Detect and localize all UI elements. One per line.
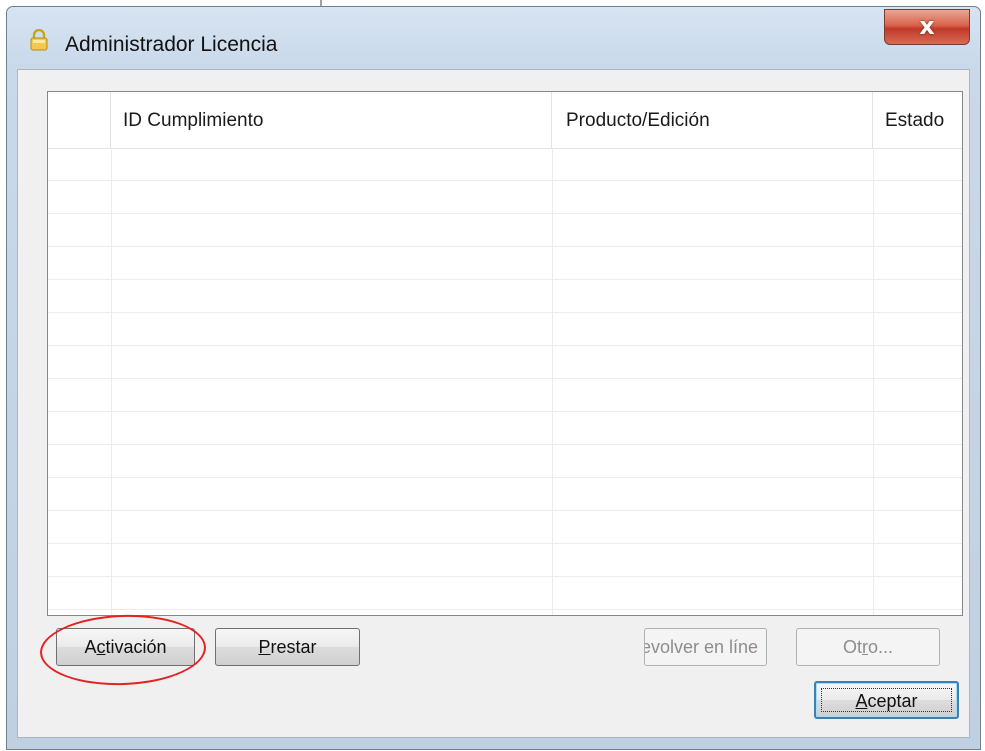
close-button[interactable]: x	[884, 9, 970, 45]
list-row[interactable]	[48, 148, 962, 181]
column-header-blank[interactable]	[48, 92, 111, 148]
column-header-estado[interactable]: Estado	[873, 92, 962, 148]
close-icon: x	[919, 12, 935, 40]
window-title: Administrador Licencia	[65, 33, 278, 56]
client-area: ID Cumplimiento Producto/Edición Estado …	[17, 69, 970, 738]
list-row[interactable]	[48, 379, 962, 412]
list-row[interactable]	[48, 346, 962, 379]
list-row[interactable]	[48, 577, 962, 610]
column-divider	[111, 148, 112, 615]
column-header-producto-edicion[interactable]: Producto/Edición	[552, 92, 873, 148]
list-row[interactable]	[48, 181, 962, 214]
list-row[interactable]	[48, 544, 962, 577]
annotation-circle	[38, 612, 208, 688]
column-header-label: Producto/Edición	[566, 110, 710, 131]
list-row[interactable]	[48, 412, 962, 445]
column-header-id-cumplimiento[interactable]: ID Cumplimiento	[111, 92, 552, 148]
list-rows	[48, 148, 962, 615]
list-row[interactable]	[48, 313, 962, 346]
list-row[interactable]	[48, 478, 962, 511]
list-row[interactable]	[48, 280, 962, 313]
prestar-button[interactable]: Prestar	[215, 628, 360, 666]
list-row[interactable]	[48, 247, 962, 280]
license-manager-dialog: Administrador Licencia x ID Cumplimiento…	[6, 6, 981, 750]
lock-icon	[30, 29, 48, 51]
aceptar-button[interactable]: Aceptar	[814, 681, 959, 719]
license-list[interactable]: ID Cumplimiento Producto/Edición Estado	[47, 91, 963, 616]
column-header-label: Estado	[885, 110, 945, 131]
column-header-label: ID Cumplimiento	[123, 110, 264, 131]
list-header: ID Cumplimiento Producto/Edición Estado	[48, 92, 962, 149]
list-row[interactable]	[48, 445, 962, 478]
column-divider	[873, 148, 874, 615]
list-row[interactable]	[48, 214, 962, 247]
list-row[interactable]	[48, 511, 962, 544]
devolver-en-linea-button[interactable]: evolver en líne	[644, 628, 767, 666]
column-divider	[552, 148, 553, 615]
title-bar[interactable]: Administrador Licencia x	[7, 7, 980, 71]
otro-button[interactable]: Otro...	[796, 628, 940, 666]
